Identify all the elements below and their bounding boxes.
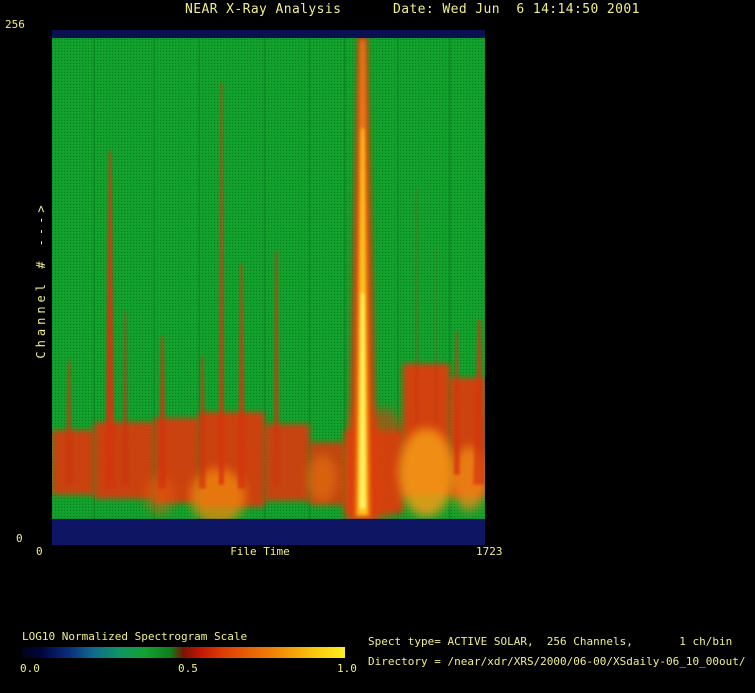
near-xray-analysis-window: NEAR X-Ray Analysis Date: Wed Jun 6 14:1… (0, 0, 755, 693)
colorbar-gradient (22, 647, 345, 658)
colorbar-title: LOG10 Normalized Spectrogram Scale (22, 630, 248, 643)
top-empty-band (52, 30, 485, 39)
directory-info: Directory = /near/xdr/XRS/2000/06-00/XSd… (368, 655, 746, 668)
x-axis-max-label: 1723 (476, 545, 503, 558)
page-title: NEAR X-Ray Analysis (185, 2, 342, 17)
x-axis-title: File Time (230, 545, 290, 558)
date-stamp: Date: Wed Jun 6 14:14:50 2001 (393, 2, 640, 17)
bottom-empty-band (52, 518, 485, 545)
x-axis-min-label: 0 (36, 545, 43, 558)
y-axis-min-label: 0 (16, 532, 23, 545)
colorbar-tick-05: 0.5 (178, 662, 198, 675)
y-axis-max-label: 256 (5, 18, 25, 31)
colorbar-tick-1: 1.0 (337, 662, 357, 675)
colorbar-tick-0: 0.0 (20, 662, 40, 675)
spect-type-info: Spect type= ACTIVE SOLAR, 256 Channels, … (368, 635, 733, 648)
y-axis-title: Channel # ---> (34, 201, 48, 359)
spectrogram-heatmap (52, 30, 485, 545)
